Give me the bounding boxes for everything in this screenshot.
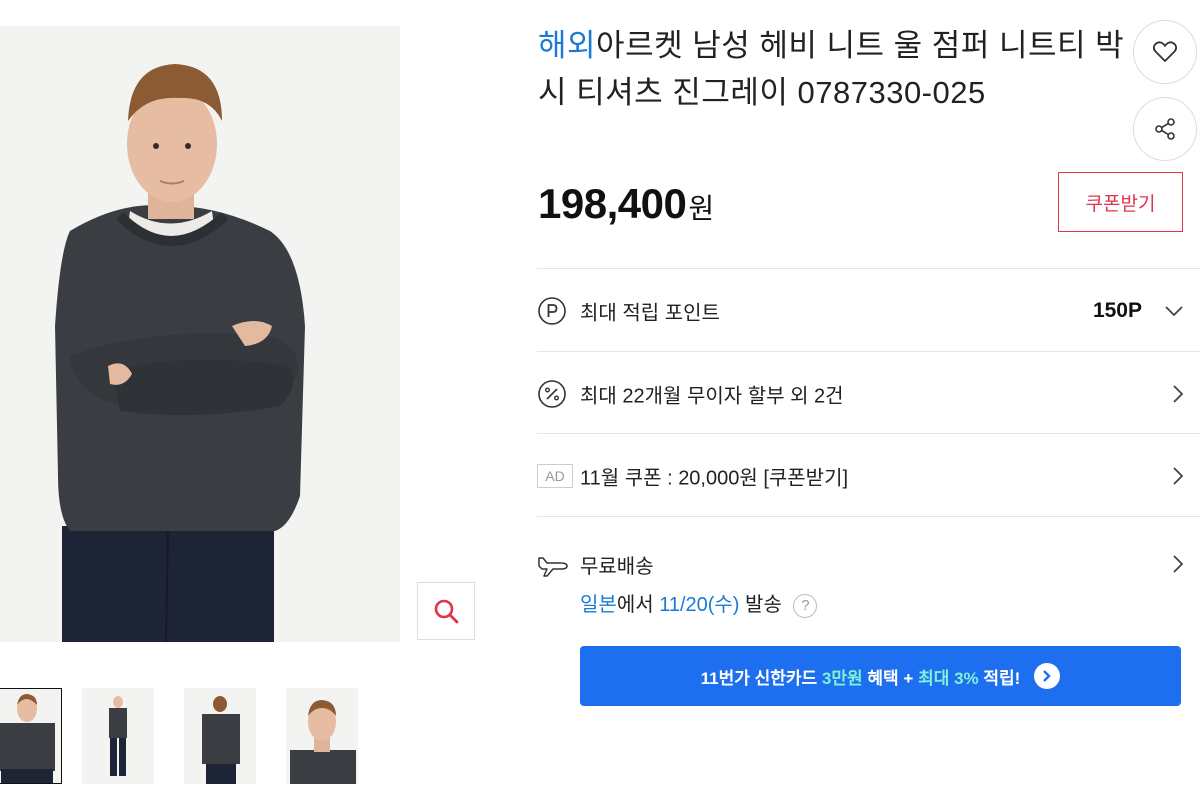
product-price: 198,400원: [538, 180, 714, 228]
points-row[interactable]: 최대 적립 포인트 150P: [537, 270, 1200, 352]
thumbnail-2[interactable]: [82, 688, 154, 784]
point-p-icon: [538, 297, 566, 325]
help-icon[interactable]: ?: [793, 593, 818, 618]
banner-middle: 혜택 +: [867, 668, 914, 688]
divider: [537, 516, 1200, 517]
heart-icon: [1152, 41, 1178, 62]
divider: [537, 268, 1200, 269]
model-illustration: [55, 64, 305, 642]
overseas-tag: 해외: [538, 28, 597, 63]
shipping-status: 발송: [745, 594, 782, 616]
chevron-right-icon: [1173, 467, 1184, 485]
zoom-button[interactable]: [417, 582, 475, 640]
thumbnail-3[interactable]: [184, 688, 256, 784]
installment-row[interactable]: 최대 22개월 무이자 할부 외 2건: [537, 353, 1200, 435]
coupon-row-label: 11월 쿠폰 : 20,000원 [쿠폰받기]: [580, 467, 849, 490]
price-unit: 원: [688, 193, 714, 224]
banner-suffix: 적립!: [983, 668, 1021, 688]
shipping-origin-suffix: 에서: [616, 594, 654, 616]
shipping-date: 11/20(수): [659, 594, 740, 616]
price-value: 198,400: [538, 180, 687, 227]
points-value: 150P: [1092, 299, 1142, 322]
divider: [537, 433, 1200, 434]
banner-rate: 최대 3%: [918, 668, 979, 688]
november-coupon-row[interactable]: AD 11월 쿠폰 : 20,000원 [쿠폰받기]: [537, 435, 1200, 517]
wishlist-button[interactable]: [1133, 20, 1197, 84]
points-label: 최대 적립 포인트: [580, 302, 720, 325]
product-main-image[interactable]: [0, 26, 400, 642]
percent-icon: [538, 380, 566, 408]
shipping-title: 무료배송: [580, 556, 654, 578]
banner-prefix: 11번가 신한카드: [700, 668, 818, 688]
shipping-origin: 일본: [580, 594, 617, 616]
shipping-row[interactable]: 무료배송 일본에서 11/20(수) 발송 ?: [537, 540, 1200, 630]
search-icon: [434, 599, 459, 624]
ad-badge: AD: [537, 464, 573, 488]
share-icon: [1155, 118, 1175, 140]
thumbnail-4[interactable]: [286, 688, 358, 784]
get-coupon-button[interactable]: 쿠폰받기: [1058, 172, 1183, 232]
thumbnail-image: [202, 696, 240, 784]
share-button[interactable]: [1133, 97, 1197, 161]
divider: [537, 351, 1200, 352]
thumbnail-1[interactable]: [0, 688, 62, 784]
product-title: 해외아르켓 남성 헤비 니트 울 점퍼 니트티 박시 티셔츠 진그레이 0787…: [538, 22, 1128, 116]
airplane-icon: [538, 557, 568, 577]
product-title-text: 아르켓 남성 헤비 니트 울 점퍼 니트티 박시 티셔츠 진그레이 078733…: [538, 28, 1125, 110]
shipping-info: 일본에서 11/20(수) 발송 ?: [580, 588, 818, 618]
thumbnail-image: [109, 696, 127, 776]
installment-label: 최대 22개월 무이자 할부 외 2건: [580, 385, 844, 408]
thumbnail-image: [0, 694, 55, 783]
thumbnail-image: [290, 700, 356, 784]
chevron-right-icon: [1173, 555, 1184, 573]
chevron-right-icon: [1043, 670, 1052, 682]
banner-arrow-icon: [1034, 663, 1061, 689]
card-benefit-banner[interactable]: 11번가 신한카드 3만원 혜택 + 최대 3% 적립!: [580, 646, 1181, 706]
chevron-right-icon: [1173, 385, 1184, 403]
banner-amount: 3만원: [821, 668, 863, 688]
chevron-down-icon: [1165, 306, 1183, 317]
